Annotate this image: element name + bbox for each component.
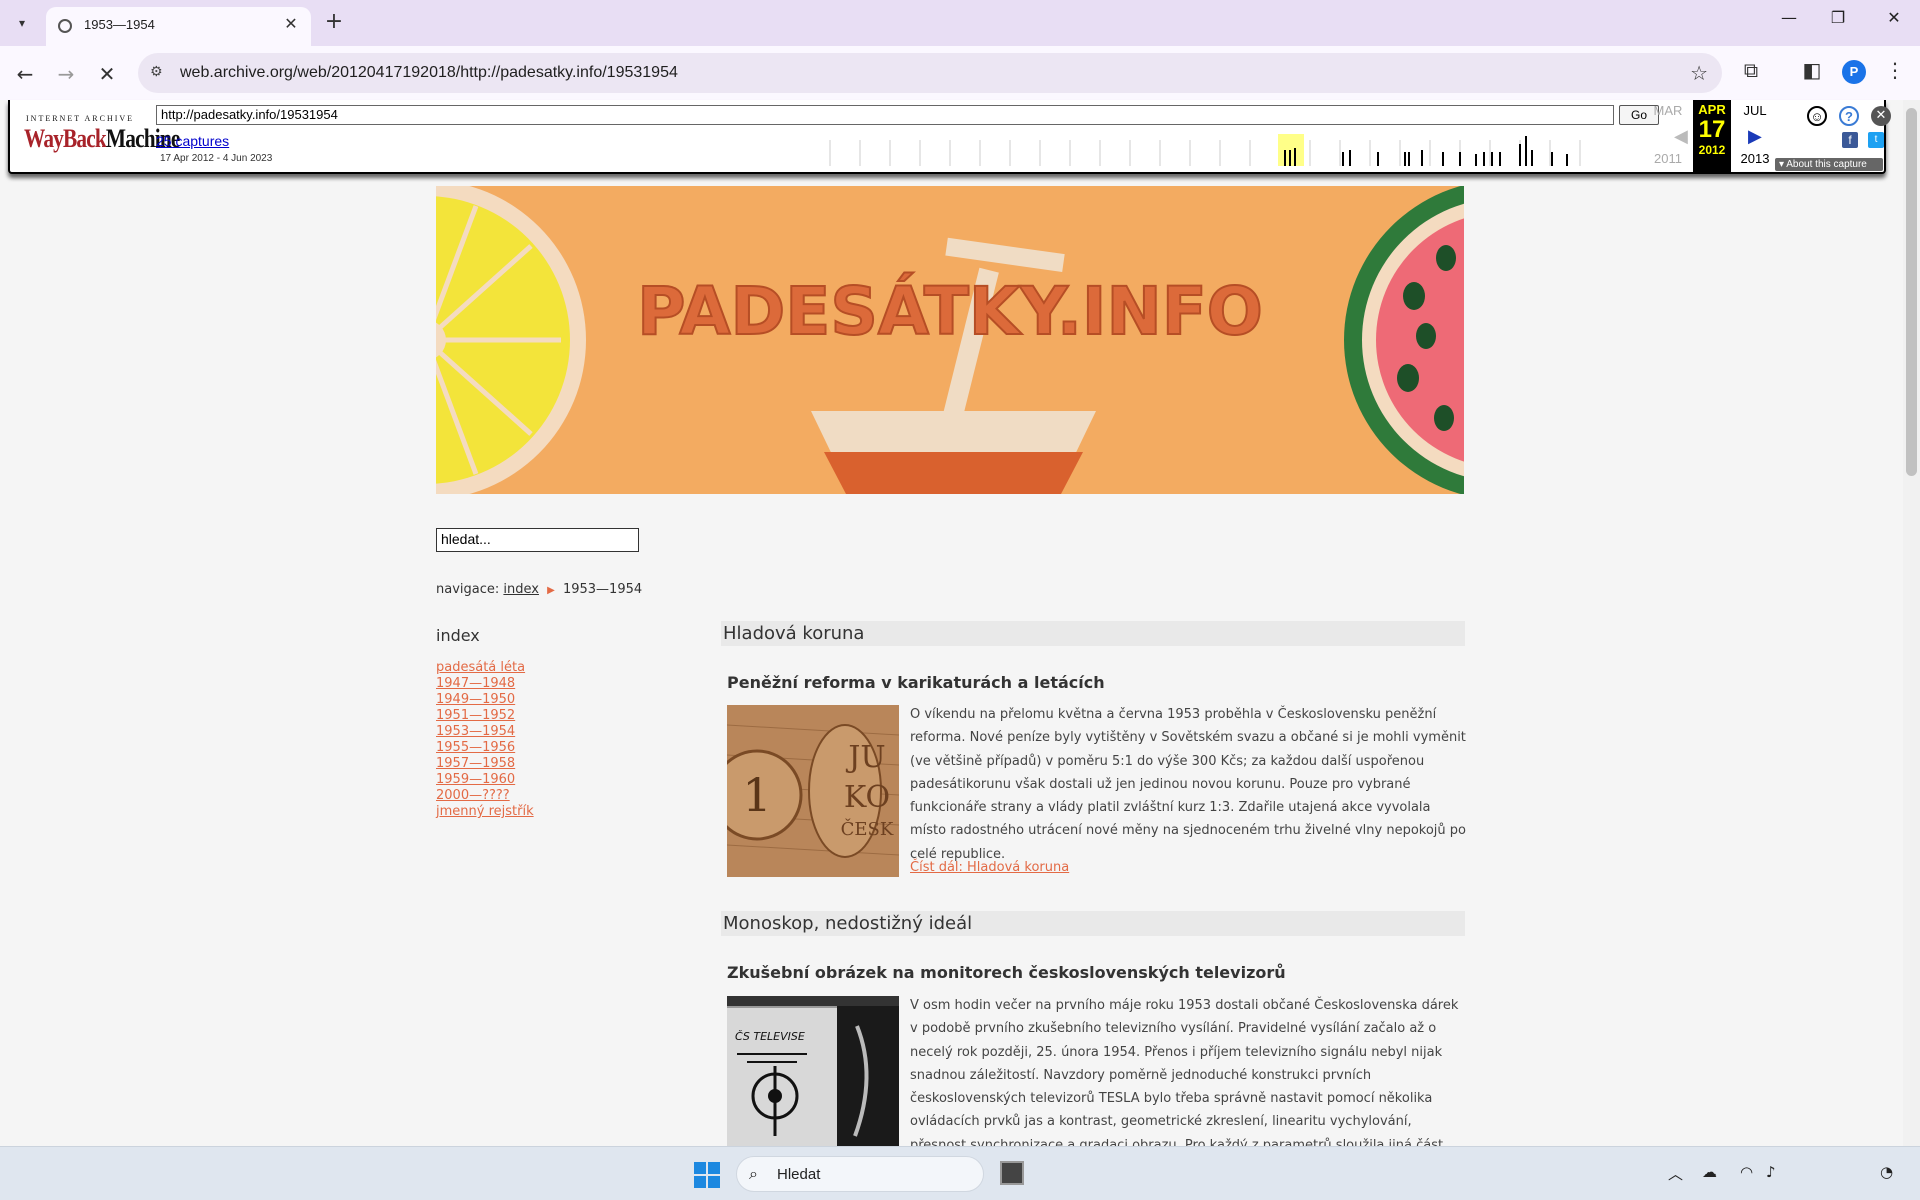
address-bar[interactable]: ⚙ web.archive.org/web/20120417192018/htt…	[138, 53, 1722, 93]
show-hidden-icons-chevron-icon[interactable]: ︿	[1668, 1163, 1683, 1184]
close-toolbar-icon[interactable]: ✕	[1871, 106, 1891, 126]
site-info-icon[interactable]: ⚙	[150, 64, 163, 80]
sidebar-link[interactable]: 2000—????	[436, 788, 534, 804]
taskbar-search[interactable]: ⌕ Hledat	[736, 1156, 984, 1192]
loading-favicon-icon	[58, 19, 72, 33]
account-icon[interactable]: ☺	[1807, 106, 1827, 126]
banner-illustration: PADESÁTKY.INFO	[436, 186, 1464, 494]
article-title[interactable]: Peněžní reforma v karikaturách a letácíc…	[727, 673, 1105, 692]
forward-icon[interactable]: →	[52, 60, 80, 88]
sidebar-link[interactable]: 1957—1958	[436, 756, 534, 772]
prev-capture-arrow-icon[interactable]: ◀	[1674, 126, 1688, 147]
breadcrumb-index-link[interactable]: index	[503, 582, 539, 597]
test-card-image[interactable]: ČS TELEVISE	[727, 996, 899, 1146]
sidebar-link[interactable]: padesátá léta	[436, 660, 534, 676]
next-month[interactable]: JUL	[1737, 103, 1773, 118]
read-more-link[interactable]: Číst dál: Hladová koruna	[910, 860, 1069, 875]
next-year[interactable]: 2013	[1737, 151, 1773, 166]
sidebar-link[interactable]: 1949—1950	[436, 692, 534, 708]
svg-text:KO: KO	[844, 780, 890, 815]
breadcrumb-label: navigace:	[436, 582, 500, 597]
task-view-icon[interactable]	[1000, 1161, 1024, 1185]
sidebar-link[interactable]: 1953—1954	[436, 724, 534, 740]
minimize-icon[interactable]: —	[1769, 8, 1809, 27]
wayback-toolbar: INTERNET ARCHIVE WayBackMachine http://p…	[8, 100, 1891, 174]
search-input[interactable]: hledat...	[436, 528, 639, 552]
menu-kebab-icon[interactable]: ⋮	[1880, 58, 1910, 82]
wifi-icon[interactable]: ◠	[1740, 1163, 1753, 1181]
page-content: PADESÁTKY.INFO hledat... navigace: index…	[0, 174, 1903, 1146]
article-body: V osm hodin večer na prvního máje roku 1…	[910, 998, 1459, 1146]
capture-sparkline[interactable]	[820, 132, 1620, 166]
cloud-offline-icon[interactable]: ☁	[1702, 1163, 1717, 1181]
test-card-text: ČS TELEVISE	[735, 1030, 805, 1043]
svg-text:ČESK: ČESK	[841, 817, 894, 840]
scrollbar-thumb[interactable]	[1906, 108, 1917, 476]
stop-loading-icon[interactable]: ✕	[93, 60, 121, 88]
volume-icon[interactable]: ♪	[1766, 1163, 1776, 1181]
breadcrumb-arrow-icon: ▶	[547, 585, 555, 596]
banner-title: PADESÁTKY.INFO	[637, 272, 1263, 350]
profile-avatar[interactable]: P	[1842, 60, 1866, 84]
tab-title: 1953—1954	[84, 17, 155, 32]
sidebar-link[interactable]: 1951—1952	[436, 708, 534, 724]
restore-icon[interactable]: ❐	[1818, 8, 1858, 27]
tab-strip: ▾ 1953—1954 ✕ + — ❐ ✕	[0, 0, 1920, 46]
current-day: 17	[1698, 116, 1726, 143]
article-body: O víkendu na přelomu května a června 195…	[910, 707, 1466, 862]
active-tab[interactable]: 1953—1954 ✕	[46, 7, 311, 46]
back-icon[interactable]: ←	[11, 60, 39, 88]
prev-year[interactable]: 2011	[1650, 151, 1686, 166]
current-year: 2012	[1698, 143, 1726, 157]
window-close-icon[interactable]: ✕	[1874, 8, 1914, 27]
captures-link[interactable]: 25 captures	[156, 133, 229, 149]
current-month: APR	[1698, 102, 1726, 117]
sidebar-link[interactable]: 1955—1956	[436, 740, 534, 756]
help-icon[interactable]: ?	[1839, 106, 1859, 126]
about-capture-button[interactable]: ▾ About this capture	[1775, 158, 1883, 171]
section-heading[interactable]: Monoskop, nedostižný ideál	[721, 911, 1465, 936]
prev-month[interactable]: MAR	[1650, 103, 1686, 118]
tab-search-icon[interactable]: ▾	[8, 10, 36, 36]
facebook-icon[interactable]: f	[1842, 132, 1858, 148]
taskbar-search-label: Hledat	[777, 1166, 821, 1183]
article-title[interactable]: Zkušební obrázek na monitorech českoslov…	[727, 963, 1286, 982]
windows-start-icon[interactable]	[694, 1162, 720, 1188]
sidebar-link[interactable]: jmenný rejstřík	[436, 804, 534, 820]
breadcrumb: navigace: index ▶ 1953—1954	[436, 582, 642, 597]
side-panel-icon[interactable]: ◧	[1797, 58, 1827, 82]
next-capture-arrow-icon[interactable]: ▶	[1748, 126, 1762, 147]
tab-close-icon[interactable]: ✕	[281, 14, 301, 33]
banknote-text: 1	[742, 768, 771, 822]
bookmark-star-icon[interactable]: ☆	[1690, 61, 1708, 85]
search-icon: ⌕	[749, 1164, 758, 1183]
twitter-icon[interactable]: t	[1868, 132, 1884, 148]
capture-range: 17 Apr 2012 - 4 Jun 2023	[160, 153, 273, 164]
sidebar-link[interactable]: 1959—1960	[436, 772, 534, 788]
extensions-icon[interactable]: ⧉	[1736, 58, 1766, 82]
current-capture: APR 17 2012	[1693, 100, 1731, 172]
address-url[interactable]: web.archive.org/web/20120417192018/http:…	[180, 64, 678, 82]
sidebar-link[interactable]: 1947—1948	[436, 676, 534, 692]
site-banner[interactable]: PADESÁTKY.INFO	[436, 186, 1464, 494]
section-heading[interactable]: Hladová koruna	[721, 621, 1465, 646]
browser-toolbar: ← → ✕ ⚙ web.archive.org/web/201204171920…	[0, 46, 1920, 100]
svg-text:JU: JU	[845, 740, 885, 775]
notifications-bell-icon[interactable]: ◔	[1880, 1163, 1893, 1181]
about-capture-label: About this capture	[1786, 159, 1867, 170]
banknote-illustration: 1 JU KO ČESK	[727, 705, 899, 877]
new-tab-icon[interactable]: +	[322, 9, 346, 34]
sidebar-nav: padesátá léta 1947—1948 1949—1950 1951—1…	[436, 660, 534, 820]
wayback-url-input[interactable]: http://padesatky.info/19531954	[156, 105, 1614, 125]
test-card-illustration: ČS TELEVISE	[727, 996, 899, 1146]
wayback-logo-top: INTERNET ARCHIVE	[26, 114, 135, 123]
banknote-image[interactable]: 1 JU KO ČESK	[727, 705, 899, 877]
breadcrumb-current: 1953—1954	[562, 582, 643, 597]
wayback-logo-red: WayBack	[24, 124, 107, 153]
os-taskbar: ⌕ Hledat ︿ ☁ ◠ ♪ ◔	[0, 1146, 1920, 1200]
sidebar-title: index	[436, 626, 480, 645]
